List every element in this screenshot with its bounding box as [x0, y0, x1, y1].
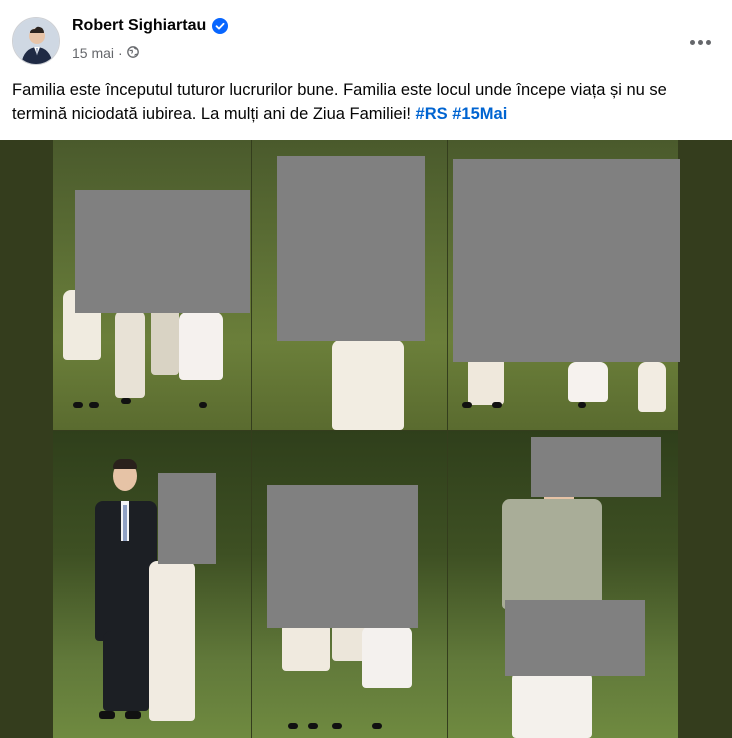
verified-badge-icon	[212, 18, 229, 34]
avatar-portrait	[13, 18, 59, 64]
post-text: Familia este începutul tuturor lucrurilo…	[12, 78, 712, 126]
more-options-icon[interactable]	[682, 24, 718, 60]
redaction-box	[505, 600, 645, 676]
author-avatar[interactable]	[12, 17, 60, 65]
post-date[interactable]: 15 mai	[72, 45, 114, 61]
hashtag-15mai[interactable]: #15Mai	[452, 105, 507, 123]
redaction-box	[267, 485, 418, 628]
photo-tile-4	[53, 431, 251, 738]
meta-separator: ·	[118, 45, 123, 61]
post-meta: 15 mai ·	[72, 45, 139, 61]
hashtag-rs[interactable]: #RS	[416, 105, 448, 123]
redaction-box	[158, 473, 216, 564]
redaction-box	[453, 159, 680, 362]
post-body: Familia este începutul tuturor lucrurilo…	[12, 81, 667, 123]
author-line: Robert Sighiartau	[72, 17, 229, 35]
redaction-box	[531, 437, 661, 497]
redaction-box	[277, 156, 425, 341]
author-name[interactable]: Robert Sighiartau	[72, 17, 206, 35]
redaction-box	[75, 190, 250, 313]
globe-icon[interactable]	[126, 45, 139, 61]
post-header: Robert Sighiartau 15 mai ·	[0, 0, 732, 70]
